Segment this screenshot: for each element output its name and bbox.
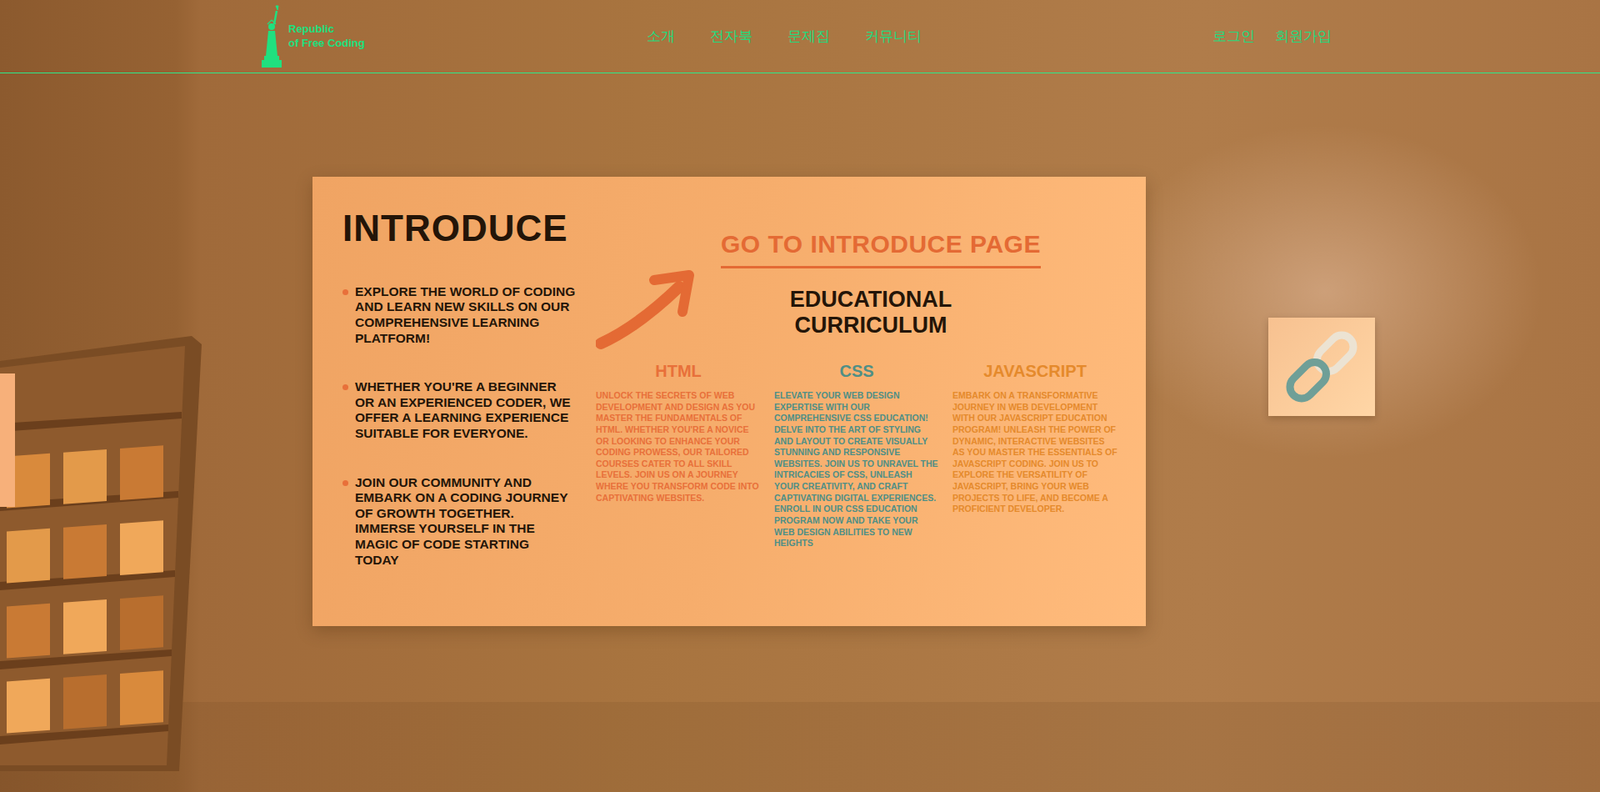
menu-item: 커뮤니티 [856, 25, 930, 48]
bookshelf-icon [0, 335, 202, 771]
bullet-text: JOIN OUR COMMUNITY AND EMBARK ON A CODIN… [355, 475, 576, 569]
logo-text: Republicof Free Coding [288, 22, 365, 50]
curriculum-column: GO TO INTRODUCE PAGE EDUCATIONAL CURRICUL… [595, 206, 1118, 601]
intro-bullet: JOIN OUR COMMUNITY AND EMBARK ON A CODIN… [342, 475, 576, 569]
bullet-dot-icon [342, 289, 349, 295]
bullet-dot-icon [342, 480, 349, 486]
course-description: EMBARK ON A TRANSFORMATIVE JOURNEY IN WE… [952, 390, 1118, 515]
room-scene: INTRODUCE EXPLORE THE WORLD OF CODING AND… [0, 73, 1600, 791]
menu-link[interactable]: 소개 [638, 23, 684, 50]
course-name: CSS [774, 358, 940, 384]
bullet-text: WHETHER YOU'RE A BEGINNER OR AN EXPERIEN… [355, 379, 576, 441]
auth-menu: 로그인회원가입 [1204, 25, 1340, 48]
intro-column: INTRODUCE EXPLORE THE WORLD OF CODING AND… [342, 206, 576, 601]
auth-item: 로그인 [1204, 25, 1264, 48]
menu-item: 소개 [638, 25, 684, 48]
top-navbar: Republicof Free Coding 소개 전자북 문제집 커뮤니티 로그인회원가… [0, 0, 1600, 74]
chain-link-icon [1280, 325, 1364, 409]
course-item: JAVASCRIPT EMBARK ON A TRANSFORMATIVE JOU… [952, 358, 1118, 550]
course-description: UNLOCK THE SECRETS OF WEB DEVELOPMENT AN… [595, 390, 761, 504]
logo-line: Republic [288, 22, 365, 36]
course-item: CSS ELEVATE YOUR WEB DESIGN EXPERTISE WIT… [774, 358, 940, 550]
course-name: HTML [595, 358, 761, 384]
curriculum-title: EDUCATIONAL CURRICULUM [770, 286, 971, 339]
menu-item: 문제집 [779, 25, 839, 48]
intro-bullet: WHETHER YOU'RE A BEGINNER OR AN EXPERIEN… [342, 379, 576, 441]
auth-link[interactable]: 회원가입 [1266, 23, 1340, 50]
auth-item: 회원가입 [1266, 25, 1340, 48]
arrow-icon [595, 268, 696, 352]
introduce-poster: INTRODUCE EXPLORE THE WORLD OF CODING AND… [312, 176, 1146, 626]
logo-line: of Free Coding [288, 36, 365, 50]
intro-bullet: EXPLORE THE WORLD OF CODING AND LEARN NE… [342, 284, 576, 346]
bullet-text: EXPLORE THE WORLD OF CODING AND LEARN NE… [355, 284, 576, 346]
main-menu: 소개 전자북 문제집 커뮤니티 [638, 25, 930, 48]
auth-link[interactable]: 로그인 [1204, 23, 1264, 50]
link-card[interactable] [1268, 317, 1375, 416]
course-list: HTML UNLOCK THE SECRETS OF WEB DEVELOPMEN… [595, 358, 1118, 550]
menu-item: 전자북 [701, 25, 761, 48]
navbar-container: Republicof Free Coding 소개 전자북 문제집 커뮤니티 로그인회원가… [250, 4, 1350, 70]
bullet-dot-icon [342, 384, 349, 390]
course-item: HTML UNLOCK THE SECRETS OF WEB DEVELOPMEN… [595, 358, 761, 550]
menu-link[interactable]: 전자북 [701, 23, 761, 50]
introduce-page-link[interactable]: GO TO INTRODUCE PAGE [720, 225, 1041, 269]
poster-title: INTRODUCE [342, 206, 576, 251]
site-logo[interactable]: Republicof Free Coding [260, 4, 365, 70]
course-name: JAVASCRIPT [952, 358, 1118, 384]
menu-link[interactable]: 커뮤니티 [856, 23, 930, 50]
menu-link[interactable]: 문제집 [779, 23, 839, 50]
curriculum-header: EDUCATIONAL CURRICULUM [595, 268, 1118, 352]
statue-logo-icon [260, 4, 285, 70]
course-description: ELEVATE YOUR WEB DESIGN EXPERTISE WITH O… [774, 390, 940, 550]
